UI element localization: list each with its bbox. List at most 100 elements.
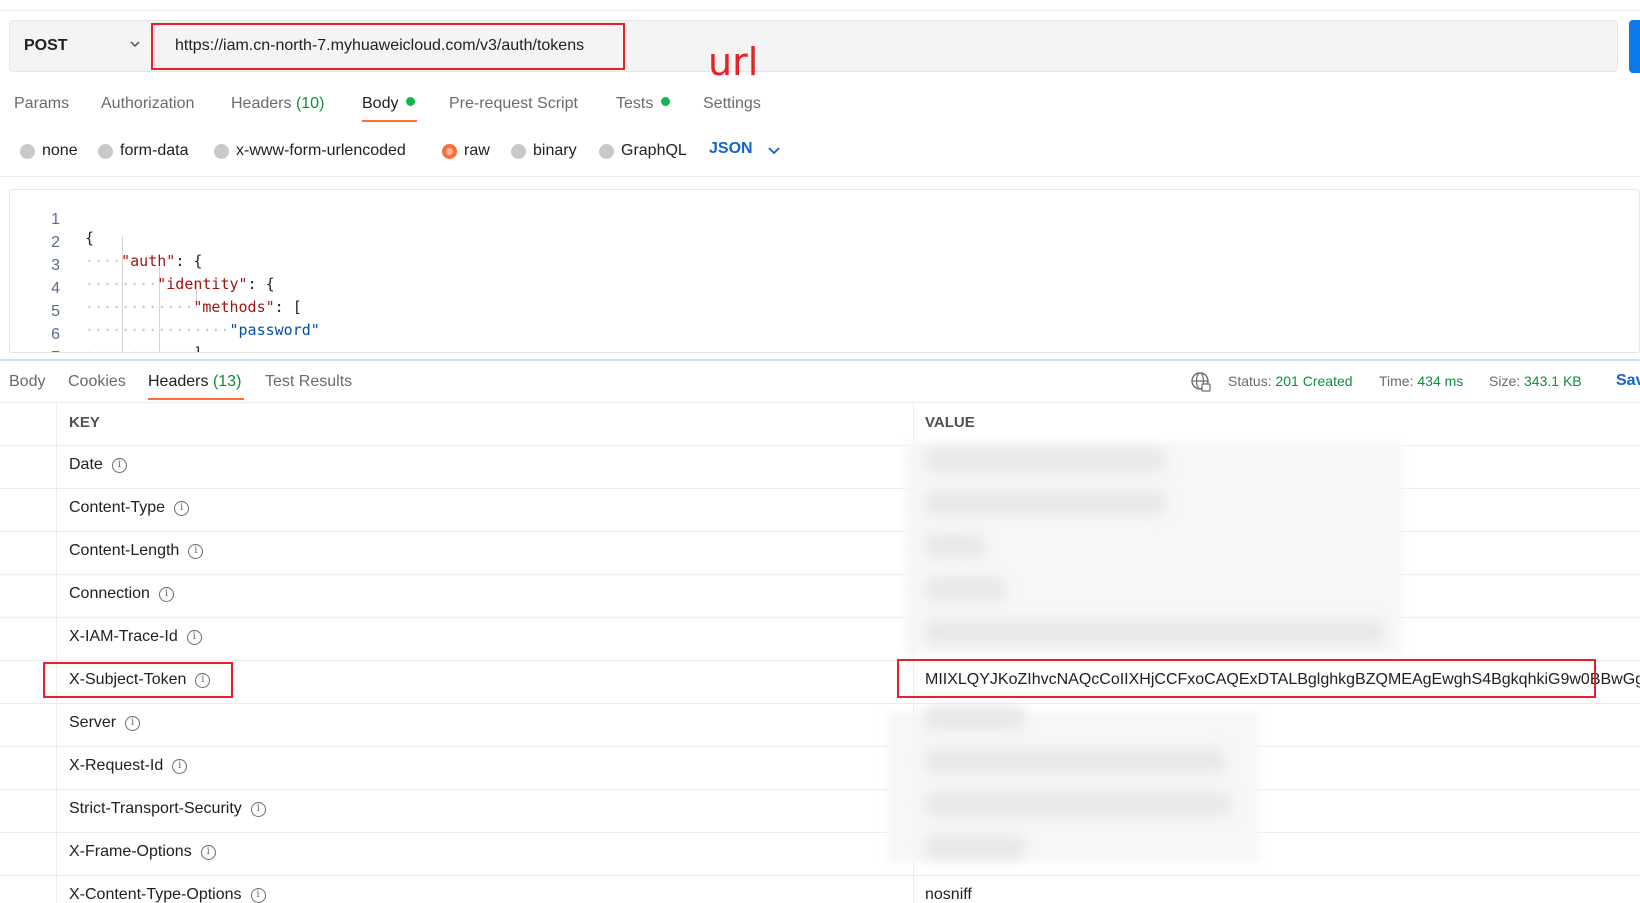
- network-globe-icon[interactable]: [1190, 371, 1212, 393]
- tab-label: Body: [9, 373, 46, 390]
- chevron-down-icon: [130, 41, 140, 48]
- time-value[interactable]: 434 ms: [1417, 373, 1463, 389]
- response-size: Size: 343.1 KB: [1489, 373, 1582, 389]
- response-status: Status: 201 Created: [1228, 373, 1353, 389]
- tab-label: Cookies: [68, 373, 126, 390]
- tab-label: Params: [14, 95, 70, 112]
- redacted-value: [925, 749, 1225, 773]
- table-row[interactable]: X-Content-Type-Options i: [69, 886, 266, 903]
- radio-label: raw: [464, 142, 490, 159]
- header-key: X-IAM-Trace-Id: [69, 628, 178, 645]
- chevron-down-icon[interactable]: [768, 146, 780, 156]
- active-tab-underline: [148, 398, 244, 400]
- divider: [0, 402, 1640, 403]
- tab-label: Headers: [148, 373, 209, 390]
- tab-label: Settings: [703, 95, 761, 112]
- tab-tests[interactable]: Tests: [616, 95, 671, 113]
- radio-form-data[interactable]: form-data: [98, 142, 188, 160]
- header-key: X-Content-Type-Options: [69, 886, 242, 903]
- table-row[interactable]: X-IAM-Trace-Id i: [69, 628, 202, 646]
- info-icon[interactable]: i: [111, 457, 127, 473]
- line-number: 7: [10, 349, 60, 352]
- radio-binary[interactable]: binary: [511, 142, 577, 160]
- info-icon[interactable]: i: [188, 543, 204, 559]
- header-key: Content-Length: [69, 542, 180, 559]
- radio-label: form-data: [120, 142, 189, 159]
- top-divider: [0, 10, 1640, 11]
- redacted-value: [925, 534, 985, 558]
- tab-pre-request-script[interactable]: Pre-request Script: [449, 95, 578, 113]
- table-row[interactable]: Content-Length i: [69, 542, 204, 560]
- header-key: Content-Type: [69, 499, 166, 516]
- tab-label: Test Results: [265, 373, 353, 390]
- radio-none[interactable]: none: [20, 142, 78, 160]
- body-format-select[interactable]: JSON: [709, 140, 753, 158]
- response-tab-test-results[interactable]: Test Results: [265, 373, 352, 391]
- code-line: 7 ············"password": {: [10, 331, 1639, 352]
- info-icon[interactable]: i: [250, 887, 266, 903]
- table-row[interactable]: X-Request-Id i: [69, 757, 188, 775]
- info-icon[interactable]: i: [200, 844, 216, 860]
- radio-raw[interactable]: raw: [442, 142, 490, 160]
- code-line: 4 ············"methods": [: [10, 262, 1639, 316]
- radio-label: binary: [533, 142, 577, 159]
- info-icon[interactable]: i: [125, 715, 141, 731]
- redacted-value: [925, 620, 1385, 644]
- table-row[interactable]: Strict-Transport-Security i: [69, 800, 266, 818]
- tab-authorization[interactable]: Authorization: [101, 95, 194, 113]
- method-label: POST: [24, 37, 68, 54]
- response-tab-headers[interactable]: Headers (13): [148, 373, 241, 391]
- redacted-value: [925, 491, 1165, 515]
- tab-label: Authorization: [101, 95, 195, 112]
- table-row[interactable]: X-Frame-Options i: [69, 843, 216, 861]
- divider: [0, 832, 1640, 833]
- info-icon[interactable]: i: [186, 629, 202, 645]
- save-response-button[interactable]: Sav: [1616, 372, 1640, 390]
- tests-indicator-dot: [661, 97, 671, 107]
- info-icon[interactable]: i: [172, 758, 188, 774]
- key-column-header: KEY: [69, 414, 100, 431]
- code-line: 1 {: [10, 193, 1639, 247]
- pane-resize-handle[interactable]: [0, 359, 1640, 361]
- tab-label: Body: [362, 95, 399, 112]
- headers-count: (13): [212, 373, 242, 390]
- info-icon[interactable]: i: [250, 801, 266, 817]
- tab-params[interactable]: Params: [14, 95, 69, 113]
- radio-circle-selected: [442, 143, 457, 159]
- radio-label: x-www-form-urlencoded: [236, 142, 406, 159]
- tab-settings[interactable]: Settings: [703, 95, 761, 113]
- table-row[interactable]: Content-Type i: [69, 499, 190, 517]
- radio-graphql[interactable]: GraphQL: [599, 142, 687, 160]
- info-icon[interactable]: i: [158, 586, 174, 602]
- response-tab-cookies[interactable]: Cookies: [68, 373, 126, 391]
- status-label: Status:: [1228, 373, 1272, 389]
- table-row[interactable]: Date i: [69, 456, 127, 474]
- status-value[interactable]: 201 Created: [1275, 373, 1352, 389]
- response-time: Time: 434 ms: [1379, 373, 1463, 389]
- value-column-header: VALUE: [925, 414, 975, 431]
- send-button[interactable]: [1629, 20, 1640, 73]
- radio-label: none: [42, 142, 78, 159]
- body-indicator-dot: [406, 97, 416, 107]
- header-key: Server: [69, 714, 117, 731]
- header-value[interactable]: nosniff: [925, 886, 972, 903]
- tab-headers[interactable]: Headers (10): [231, 95, 324, 113]
- divider: [56, 402, 57, 903]
- size-value[interactable]: 343.1 KB: [1524, 373, 1582, 389]
- code-editor[interactable]: 1 { 2 ····"auth": { 3 ········"identity"…: [9, 189, 1640, 353]
- headers-count: (10): [295, 95, 325, 112]
- tab-label: Pre-request Script: [449, 95, 578, 112]
- redacted-value: [925, 577, 1005, 601]
- header-key: X-Request-Id: [69, 757, 164, 774]
- radio-x-www-form-urlencoded[interactable]: x-www-form-urlencoded: [214, 142, 406, 160]
- table-row[interactable]: Connection i: [69, 585, 174, 603]
- method-select[interactable]: POST: [10, 21, 155, 71]
- header-key: Connection: [69, 585, 150, 602]
- info-icon[interactable]: i: [174, 500, 190, 516]
- radio-circle: [98, 143, 113, 159]
- response-tab-body[interactable]: Body: [9, 373, 45, 391]
- header-key: Strict-Transport-Security: [69, 800, 242, 817]
- table-row[interactable]: Server i: [69, 714, 141, 732]
- radio-circle: [511, 143, 526, 159]
- tab-body[interactable]: Body: [362, 95, 416, 113]
